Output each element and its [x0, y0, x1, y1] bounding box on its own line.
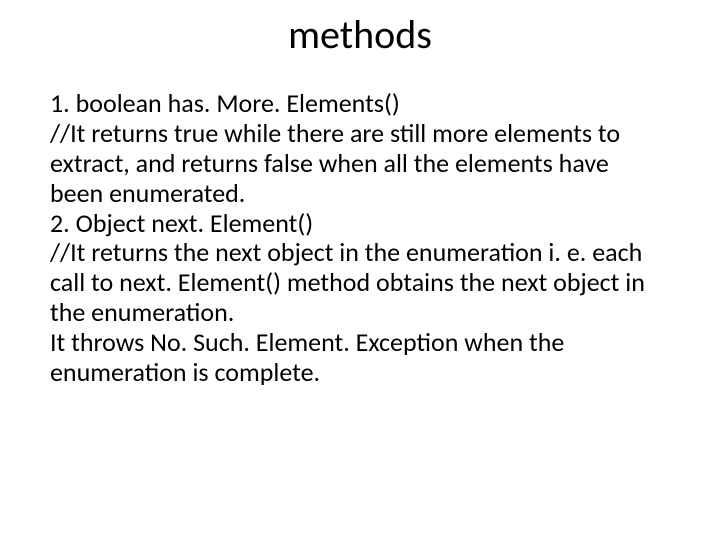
slide-body: 1. boolean has. More. Elements() //It re… — [0, 89, 720, 388]
body-line-5: It throws No. Such. Element. Exception w… — [50, 328, 660, 388]
slide: methods 1. boolean has. More. Elements()… — [0, 0, 720, 540]
slide-title: methods — [0, 0, 720, 89]
body-line-2: //It returns true while there are still … — [50, 119, 660, 209]
body-line-4: //It returns the next object in the enum… — [50, 238, 660, 328]
body-line-3: 2. Object next. Element() — [50, 209, 660, 239]
body-line-1: 1. boolean has. More. Elements() — [50, 89, 660, 119]
